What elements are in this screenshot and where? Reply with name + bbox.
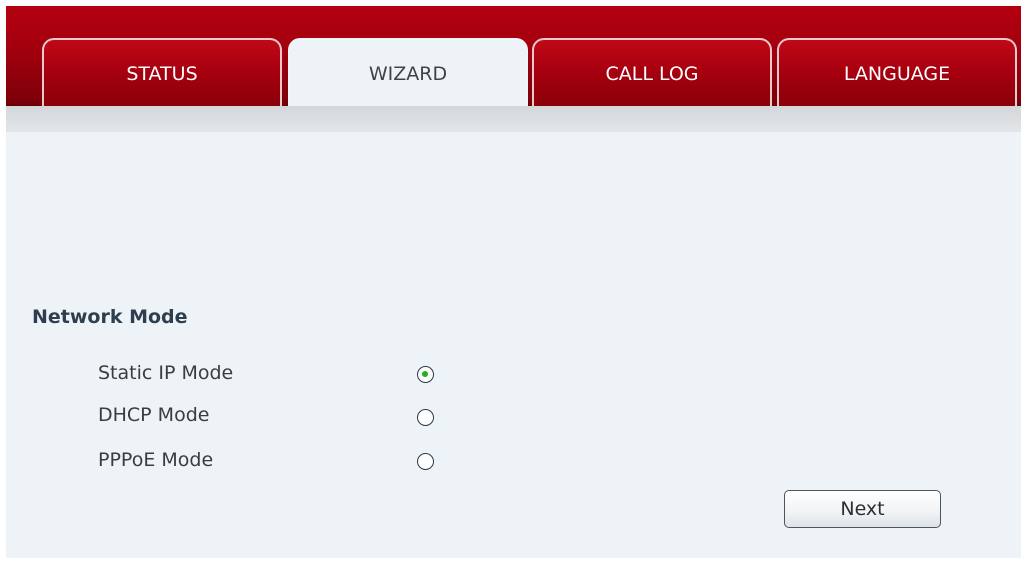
tab-status[interactable]: STATUS bbox=[42, 38, 282, 106]
tab-language[interactable]: LANGUAGE bbox=[777, 38, 1017, 106]
pppoe-mode-radio[interactable] bbox=[417, 453, 434, 470]
static-ip-mode-radio[interactable] bbox=[417, 366, 434, 383]
tab-separator-bar bbox=[6, 106, 1021, 132]
pppoe-mode-label: PPPoE Mode bbox=[98, 449, 214, 471]
section-title: Network Mode bbox=[32, 306, 188, 328]
next-button[interactable]: Next bbox=[784, 490, 941, 528]
tab-call-log[interactable]: CALL LOG bbox=[532, 38, 772, 106]
tab-wizard[interactable]: WIZARD bbox=[288, 38, 528, 108]
static-ip-mode-label: Static IP Mode bbox=[98, 362, 234, 384]
dhcp-mode-radio[interactable] bbox=[417, 409, 434, 426]
wizard-page: STATUS WIZARD CALL LOG LANGUAGE Network … bbox=[6, 6, 1021, 558]
dhcp-mode-label: DHCP Mode bbox=[98, 404, 210, 426]
